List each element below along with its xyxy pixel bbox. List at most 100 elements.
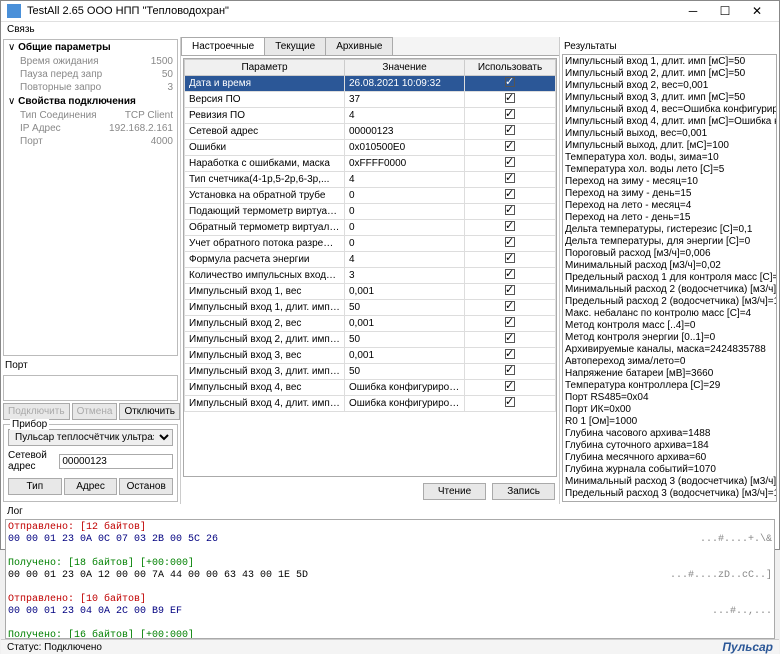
table-row[interactable]: Импульсный вход 1, вес0,001 [185,284,556,300]
use-checkbox[interactable] [505,125,515,135]
result-line: Импульсный вход 4, вес=Ошибка конфигурир… [565,104,774,116]
type-button[interactable]: Тип [8,478,62,495]
tree-group-connection[interactable]: Свойства подключения [4,94,177,109]
tree-group-general[interactable]: Общие параметры [4,40,177,55]
result-line: R0 1 [Ом]=1000 [565,416,774,428]
tab[interactable]: Архивные [325,37,393,55]
table-row[interactable]: Импульсный вход 4, весОшибка конфигуриро… [185,380,556,396]
use-checkbox[interactable] [505,253,515,263]
col-use[interactable]: Использовать [465,60,556,76]
use-checkbox[interactable] [505,269,515,279]
maximize-button[interactable]: ☐ [709,1,741,21]
use-checkbox[interactable] [505,365,515,375]
use-checkbox[interactable] [505,141,515,151]
param-table[interactable]: Параметр Значение Использовать Дата и вр… [184,59,556,412]
table-row[interactable]: Обратный термометр виртуальный0 [185,220,556,236]
connect-button: Подключить [3,403,70,420]
table-row[interactable]: Импульсный вход 2, вес0,001 [185,316,556,332]
settings-tree[interactable]: Общие параметры Время ожидания1500Пауза … [3,39,178,356]
table-row[interactable]: Сетевой адрес00000123 [185,124,556,140]
table-row[interactable]: Импульсный вход 1, длит. имп [мС]50 [185,300,556,316]
use-checkbox[interactable] [505,333,515,343]
table-row[interactable]: Учет обратного потока разрешен0 [185,236,556,252]
minimize-button[interactable]: ─ [677,1,709,21]
table-row[interactable]: Импульсный вход 4, длит. имп [мС]Ошибка … [185,396,556,412]
use-checkbox[interactable] [505,301,515,311]
tree-item[interactable]: Пауза перед запр50 [4,68,177,81]
use-checkbox[interactable] [505,109,515,119]
result-line: Метод контроля энергии [0..1]=0 [565,332,774,344]
result-line: Предельный расход 1 для контроля масс [С… [565,272,774,284]
result-line: Переход на лето - день=15 [565,212,774,224]
table-row[interactable]: Формула расчета энергии4 [185,252,556,268]
result-line: Макс. небаланс по контролю масс [С]=4 [565,308,774,320]
results-label: Результаты [562,39,777,54]
port-panel [3,375,178,401]
use-checkbox[interactable] [505,205,515,215]
result-line: Минимальный расход 2 (водосчетчика) [м3/… [565,284,774,296]
table-row[interactable]: Версия ПО37 [185,92,556,108]
cancel-button: Отмена [72,403,118,420]
use-checkbox[interactable] [505,285,515,295]
use-checkbox[interactable] [505,77,515,87]
result-line: Метод контроля масс [..4]=0 [565,320,774,332]
result-line: Дельта температуры, гистерезис [С]=0,1 [565,224,774,236]
use-checkbox[interactable] [505,381,515,391]
use-checkbox[interactable] [505,157,515,167]
disconnect-button[interactable]: Отключить [119,403,180,420]
device-group: Прибор Пульсар теплосчётчик ультразвуков… [3,424,178,502]
result-line: Глубина месячного архива=60 [565,452,774,464]
result-line: Минимальный расход [м3/ч]=0,02 [565,260,774,272]
result-line: Глубина суточного архива=184 [565,440,774,452]
use-checkbox[interactable] [505,189,515,199]
table-row[interactable]: Ревизия ПО4 [185,108,556,124]
tree-item[interactable]: Порт4000 [4,135,177,148]
tab[interactable]: Текущие [264,37,326,55]
device-select[interactable]: Пульсар теплосчётчик ультразвуковой v3: [8,429,173,446]
log-panel[interactable]: Отправлено: [12 байтов]00 00 01 23 0A 0C… [5,519,775,639]
netaddr-input[interactable] [59,454,173,469]
table-row[interactable]: Дата и время26.08.2021 10:09:32 [185,76,556,92]
addr-button[interactable]: Адрес [64,478,118,495]
table-row[interactable]: Тип счетчика(4-1р,5-2р,6-3р,...4 [185,172,556,188]
table-row[interactable]: Подающий термометр виртуаль...0 [185,204,556,220]
col-param[interactable]: Параметр [185,60,345,76]
table-row[interactable]: Установка на обратной трубе0 [185,188,556,204]
use-checkbox[interactable] [505,93,515,103]
result-line: Дельта температуры, для энергии [С]=0 [565,236,774,248]
table-row[interactable]: Импульсный вход 3, вес0,001 [185,348,556,364]
stop-button[interactable]: Останов [119,478,173,495]
write-button[interactable]: Запись [492,483,555,500]
port-label: Порт [3,356,178,375]
use-checkbox[interactable] [505,221,515,231]
use-checkbox[interactable] [505,237,515,247]
app-icon [7,4,21,18]
result-line: Температура хол. воды, зима=10 [565,152,774,164]
use-checkbox[interactable] [505,173,515,183]
read-button[interactable]: Чтение [423,483,486,500]
tree-item[interactable]: Время ожидания1500 [4,55,177,68]
col-value[interactable]: Значение [345,60,465,76]
result-line: Глубина часового архива=1488 [565,428,774,440]
result-line: Импульсный вход 1, длит. имп [мС]=50 [565,56,774,68]
result-line: Автопереход зима/лето=0 [565,356,774,368]
table-row[interactable]: Количество импульсных входов [...3 [185,268,556,284]
results-list[interactable]: Импульсный вход 1, длит. имп [мС]=50 Импу… [562,54,777,502]
use-checkbox[interactable] [505,317,515,327]
result-line: Переход на лето - месяц=4 [565,200,774,212]
result-line: Напряжение батареи [мВ]=3660 [565,368,774,380]
tree-item[interactable]: Повторные запро3 [4,81,177,94]
use-checkbox[interactable] [505,397,515,407]
tab[interactable]: Настроечные [181,37,265,55]
tabs: НастроечныеТекущиеАрхивные [181,37,559,56]
menu-connection[interactable]: Связь [7,24,35,35]
table-row[interactable]: Импульсный вход 3, длит. имп [мС]50 [185,364,556,380]
use-checkbox[interactable] [505,349,515,359]
table-row[interactable]: Импульсный вход 2, длит. имп [мС]50 [185,332,556,348]
tree-item[interactable]: Тип СоединенияTCP Client [4,109,177,122]
table-row[interactable]: Ошибки0x010500E0 [185,140,556,156]
tree-item[interactable]: IP Адрес192.168.2.161 [4,122,177,135]
close-button[interactable]: ✕ [741,1,773,21]
result-line: Порт ИК=0x00 [565,404,774,416]
table-row[interactable]: Наработка с ошибками, маска0xFFFF0000 [185,156,556,172]
